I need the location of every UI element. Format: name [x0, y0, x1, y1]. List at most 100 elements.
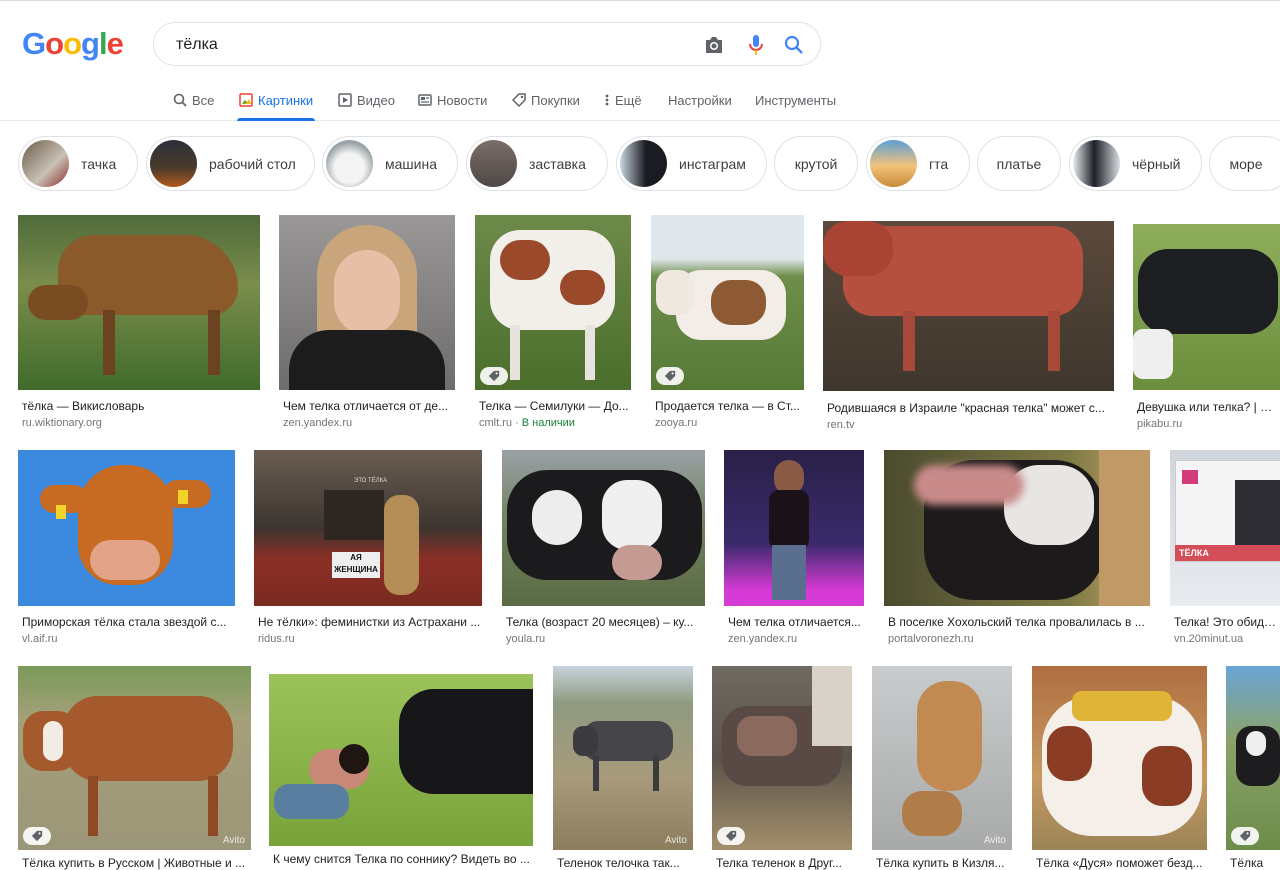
chip-gta[interactable]: гта	[866, 136, 970, 191]
avito-watermark: Avito	[664, 835, 687, 846]
result-caption: К чему снится Телка по соннику? Видеть в…	[273, 852, 530, 866]
search-icon	[173, 93, 187, 107]
result-card[interactable]: К чему снится Телка по соннику? Видеть в…	[269, 666, 533, 866]
tab-video[interactable]: Видео	[338, 80, 395, 120]
search-icon[interactable]	[783, 34, 805, 56]
tab-more[interactable]: Ещё	[604, 80, 642, 120]
chip-platye[interactable]: платье	[977, 136, 1061, 191]
image-icon	[239, 93, 253, 107]
result-card[interactable]: В поселке Хохольский телка провалилась в…	[884, 450, 1150, 645]
result-image[interactable]	[651, 215, 804, 390]
news-icon	[418, 93, 432, 107]
result-source: zen.yandex.ru	[283, 417, 353, 429]
result-source: ren.tv	[827, 419, 855, 431]
result-source: pikabu.ru	[1137, 418, 1183, 430]
chip-thumbnail	[326, 140, 373, 187]
mic-icon[interactable]	[745, 34, 767, 56]
chip-thumbnail	[620, 140, 667, 187]
chip-mashina[interactable]: машина	[322, 136, 458, 191]
result-card[interactable]: Тёлка	[1226, 666, 1280, 870]
sign-text: АЯ ЖЕНЩИНА	[332, 552, 380, 578]
result-image[interactable]	[1133, 224, 1280, 390]
result-source: zooya.ru	[655, 417, 698, 429]
result-card[interactable]: Avito Теленок телочка так...	[553, 666, 693, 870]
top-border	[0, 0, 1280, 5]
camera-icon[interactable]	[703, 34, 725, 56]
result-caption: Чем телка отличается от де...	[283, 399, 449, 413]
chip-krutoy[interactable]: крутой	[774, 136, 858, 191]
result-source: zen.yandex.ru	[728, 633, 798, 645]
result-image[interactable]	[475, 215, 631, 390]
stock-status: В наличии	[521, 417, 575, 429]
chip-instagram[interactable]: инстаграм	[616, 136, 767, 191]
result-image[interactable]	[279, 215, 455, 390]
search-box[interactable]	[153, 22, 821, 66]
result-image[interactable]: АЯ ЖЕНЩИНА ЭТО ТЁЛКА	[254, 450, 482, 606]
tag-icon	[512, 93, 526, 107]
result-card[interactable]: Телка теленок в Друг...	[712, 666, 852, 870]
result-card[interactable]: Телка (возраст 20 месяцев) – ку... youla…	[502, 450, 705, 645]
result-caption: Родившаяся в Израиле "красная телка" мож…	[827, 401, 1105, 415]
result-image[interactable]	[1032, 666, 1207, 850]
result-image[interactable]	[269, 674, 533, 846]
result-image[interactable]: Avito	[872, 666, 1012, 850]
result-card[interactable]: ТЁЛКА Телка! Это обидно? vn.20minut.ua	[1170, 450, 1280, 645]
tab-tools[interactable]: Инструменты	[755, 80, 836, 120]
result-caption: Не тёлки»: феминистки из Астрахани ...	[258, 615, 481, 629]
avito-watermark: Avito	[222, 835, 245, 846]
result-caption: Чем телка отличается...	[728, 615, 861, 629]
result-card[interactable]: Чем телка отличается... zen.yandex.ru	[724, 450, 864, 645]
tab-all[interactable]: Все	[173, 80, 214, 120]
tab-news[interactable]: Новости	[418, 80, 487, 120]
result-card[interactable]: Телка — Семилуки — До... cmlt.ru · В нал…	[475, 215, 631, 429]
chip-more[interactable]: море	[1209, 136, 1280, 191]
result-image[interactable]	[823, 221, 1114, 391]
result-card[interactable]: Avito Тёлка купить в Кизля...	[872, 666, 1012, 870]
result-caption: Приморская тёлка стала звездой с...	[22, 615, 227, 629]
tab-settings[interactable]: Настройки	[668, 80, 732, 120]
result-card[interactable]: Приморская тёлка стала звездой с... vl.a…	[18, 450, 235, 645]
result-card[interactable]: Чем телка отличается от де... zen.yandex…	[279, 215, 455, 429]
search-input[interactable]	[174, 33, 698, 57]
google-logo[interactable]: Google	[22, 26, 124, 62]
result-card[interactable]: Avito Тёлка купить в Русском | Животные …	[18, 666, 251, 870]
result-image[interactable]	[712, 666, 852, 850]
search-tabs: Все Картинки Видео Новости Покупки Ещё Н…	[0, 80, 1280, 121]
result-source: portalvoronezh.ru	[888, 633, 974, 645]
result-caption: Телка — Семилуки — До...	[479, 399, 629, 413]
result-source: cmlt.ru · В наличии	[479, 417, 575, 429]
chip-tachka[interactable]: тачка	[18, 136, 138, 191]
tab-images[interactable]: Картинки	[237, 80, 316, 121]
result-image[interactable]	[18, 215, 260, 390]
video-icon	[338, 93, 352, 107]
billboard-text: ТЁЛКА	[1175, 545, 1280, 561]
tab-shopping[interactable]: Покупки	[512, 80, 580, 120]
result-card[interactable]: Тёлка «Дуся» поможет безд...	[1032, 666, 1207, 870]
result-image[interactable]: Avito	[18, 666, 251, 850]
chip-thumbnail	[150, 140, 197, 187]
result-caption: Телка! Это обидно?	[1174, 615, 1280, 629]
result-card[interactable]: Продается телка — в Ст... zooya.ru	[651, 215, 804, 429]
result-image[interactable]	[884, 450, 1150, 606]
product-tag-icon	[717, 827, 745, 845]
chip-rabochiy-stol[interactable]: рабочий стол	[146, 136, 315, 191]
product-tag-icon	[1231, 827, 1259, 845]
result-image[interactable]	[1226, 666, 1280, 850]
result-image[interactable]	[502, 450, 705, 606]
chip-zastavka[interactable]: заставка	[466, 136, 608, 191]
result-image[interactable]	[18, 450, 235, 606]
result-source: vl.aif.ru	[22, 633, 58, 645]
result-card[interactable]: Девушка или телка? | Пик pikabu.ru	[1133, 215, 1280, 430]
result-card[interactable]: тёлка — Викисловарь ru.wiktionary.org	[18, 215, 260, 429]
sign-text: ЭТО ТЁЛКА	[354, 478, 388, 484]
result-card[interactable]: АЯ ЖЕНЩИНА ЭТО ТЁЛКА Не тёлки»: феминистк…	[254, 450, 482, 645]
result-image[interactable]: Avito	[553, 666, 693, 850]
result-image[interactable]: ТЁЛКА	[1170, 450, 1280, 606]
chip-chyorny[interactable]: чёрный	[1069, 136, 1202, 191]
chip-thumbnail	[22, 140, 69, 187]
result-card[interactable]: Родившаяся в Израиле "красная телка" мож…	[823, 215, 1114, 431]
result-image[interactable]	[724, 450, 864, 606]
result-source: vn.20minut.ua	[1174, 633, 1244, 645]
result-caption: тёлка — Викисловарь	[22, 399, 145, 413]
result-caption: Девушка или телка? | Пик	[1137, 400, 1280, 414]
